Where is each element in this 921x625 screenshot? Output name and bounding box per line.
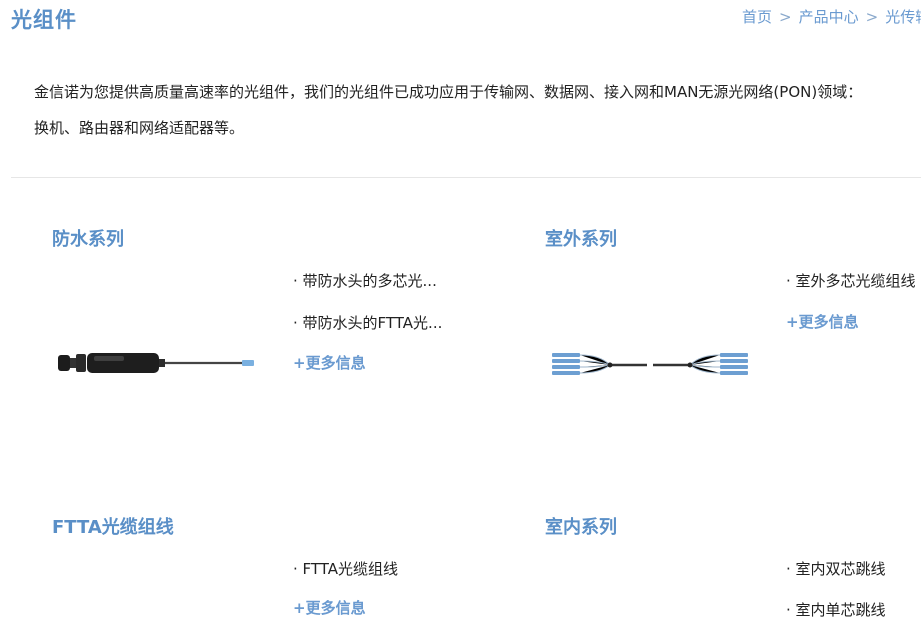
breadcrumb-separator: > xyxy=(779,8,792,26)
series-title-indoor[interactable]: 室内系列 xyxy=(545,513,617,539)
breadcrumb-separator: > xyxy=(865,8,879,26)
intro-line-2: 换机、路由器和网络适配器等。 xyxy=(34,119,245,137)
list-item[interactable]: · 室内单芯跳线 xyxy=(786,599,886,620)
series-title-ftta[interactable]: FTTA光缆组线 xyxy=(52,513,174,539)
breadcrumb-current[interactable]: 光传输 xyxy=(885,8,921,26)
more-info-link[interactable]: +更多信息 xyxy=(293,352,366,373)
list-item[interactable]: · 室外多芯光缆组线 xyxy=(786,270,916,291)
series-title-outdoor[interactable]: 室外系列 xyxy=(545,225,617,251)
more-info-link[interactable]: +更多信息 xyxy=(786,311,859,332)
waterproof-fiber-cable-image[interactable] xyxy=(56,348,256,378)
breadcrumb: 首页 > 产品中心 > 光传输 xyxy=(742,6,921,27)
intro-line-1: 金信诺为您提供高质量高速率的光组件，我们的光组件已成功应用于传输网、数据网、接入… xyxy=(34,83,863,101)
divider xyxy=(11,177,921,178)
list-item[interactable]: · FTTA光缆组线 xyxy=(293,558,398,579)
series-title-waterproof[interactable]: 防水系列 xyxy=(52,225,124,251)
page-title: 光组件 xyxy=(11,8,77,32)
breadcrumb-home[interactable]: 首页 xyxy=(742,8,772,26)
breadcrumb-products[interactable]: 产品中心 xyxy=(799,8,859,26)
list-item[interactable]: · 带防水头的FTTA光... xyxy=(293,312,442,333)
more-info-link[interactable]: +更多信息 xyxy=(293,597,366,618)
list-item[interactable]: · 室内双芯跳线 xyxy=(786,558,886,579)
intro-text: 金信诺为您提供高质量高速率的光组件，我们的光组件已成功应用于传输网、数据网、接入… xyxy=(34,74,921,146)
list-item[interactable]: · 带防水头的多芯光... xyxy=(293,270,437,291)
breakout-fiber-cable-image[interactable] xyxy=(550,350,750,380)
